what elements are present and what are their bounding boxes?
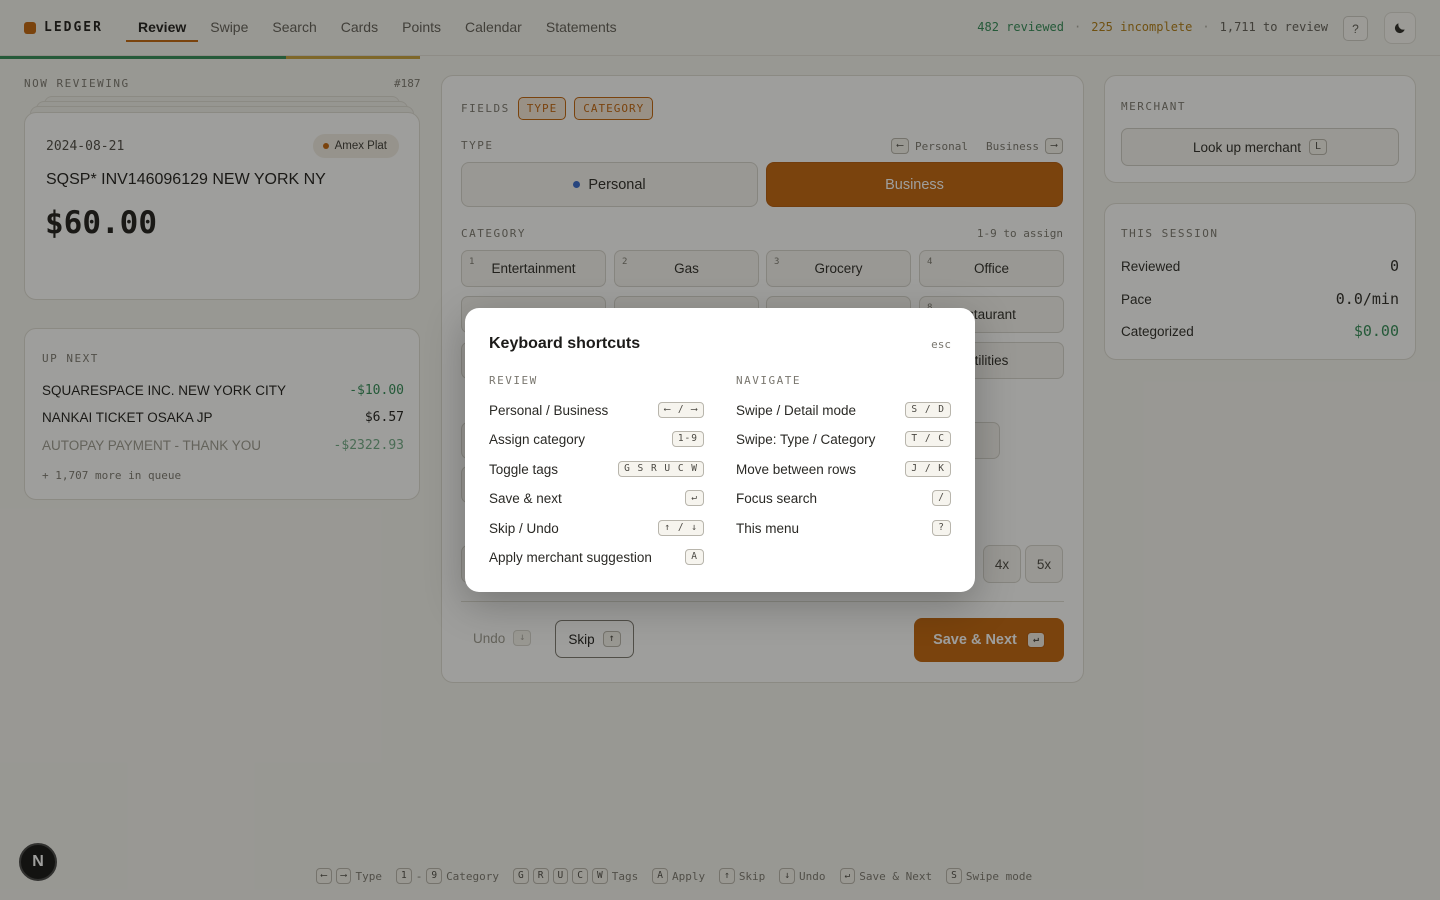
- shortcut-label: Swipe: Type / Category: [736, 431, 876, 447]
- shortcut-row: Skip / Undo ↑ / ↓: [489, 520, 704, 536]
- shortcut-key: 1-9: [671, 431, 704, 447]
- shortcut-key: G S R U C W: [618, 461, 704, 477]
- shortcut-key: ↑ / ↓: [658, 520, 704, 536]
- shortcut-row: Move between rows J / K: [736, 461, 951, 477]
- shortcut-row: Swipe / Detail mode S / D: [736, 402, 951, 418]
- shortcut-row: Save & next ↵: [489, 490, 704, 506]
- shortcut-key: A: [685, 549, 704, 565]
- shortcut-row: This menu ?: [736, 520, 951, 536]
- keyboard-shortcuts-modal: Keyboard shortcuts esc REVIEW NAVIGATE P…: [465, 308, 975, 592]
- shortcut-key: T / C: [905, 431, 951, 447]
- shortcut-label: Swipe / Detail mode: [736, 402, 857, 418]
- shortcut-key: ↵: [685, 490, 704, 506]
- shortcut-key: ?: [932, 520, 951, 536]
- shortcut-label: Personal / Business: [489, 402, 609, 418]
- shortcut-label: Assign category: [489, 431, 586, 447]
- shortcut-label: This menu: [736, 520, 800, 536]
- modal-close-esc[interactable]: esc: [931, 338, 951, 351]
- shortcut-row: Apply merchant suggestion A: [489, 549, 704, 565]
- shortcut-row: Assign category 1-9: [489, 431, 704, 447]
- modal-title: Keyboard shortcuts: [489, 335, 641, 352]
- shortcut-label: Move between rows: [736, 461, 857, 477]
- shortcut-key: S / D: [905, 402, 951, 418]
- shortcut-key: /: [932, 490, 951, 506]
- shortcut-label: Focus search: [736, 490, 818, 506]
- shortcut-row: Swipe: Type / Category T / C: [736, 431, 951, 447]
- review-section-title: REVIEW: [489, 374, 538, 387]
- shortcut-row: Focus search /: [736, 490, 951, 506]
- shortcut-row: Toggle tags G S R U C W: [489, 461, 704, 477]
- shortcut-key: ⟵ / ⟶: [658, 402, 704, 418]
- shortcut-label: Toggle tags: [489, 461, 559, 477]
- shortcut-label: Apply merchant suggestion: [489, 549, 652, 565]
- shortcut-row: Personal / Business ⟵ / ⟶: [489, 402, 704, 418]
- shortcut-label: Skip / Undo: [489, 520, 559, 536]
- shortcut-label: Save & next: [489, 490, 562, 506]
- shortcut-key: J / K: [905, 461, 951, 477]
- navigate-section-title: NAVIGATE: [736, 374, 801, 387]
